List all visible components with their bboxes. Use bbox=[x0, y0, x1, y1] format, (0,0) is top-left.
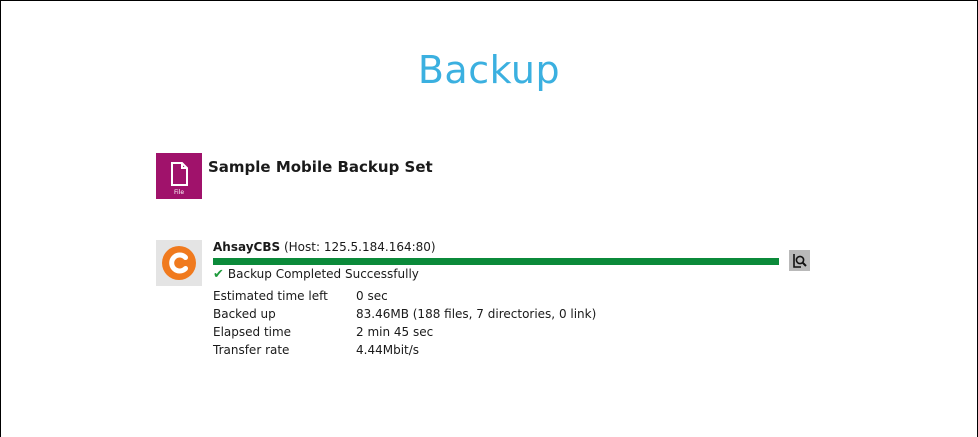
page-title: Backup bbox=[417, 48, 561, 92]
backup-progress-bar bbox=[213, 258, 779, 265]
stat-value: 4.44Mbit/s bbox=[356, 343, 420, 357]
server-host: (Host: 125.5.184.164:80) bbox=[283, 240, 436, 254]
magnifier-log-icon bbox=[793, 254, 807, 268]
stat-label: Estimated time left bbox=[213, 289, 328, 303]
ahsay-logo-icon bbox=[156, 240, 202, 286]
check-icon: ✔ bbox=[213, 267, 224, 282]
stat-value: 0 sec bbox=[356, 289, 388, 303]
stat-value: 2 min 45 sec bbox=[356, 325, 434, 339]
backup-set-name: Sample Mobile Backup Set bbox=[208, 158, 433, 176]
stat-label: Backed up bbox=[213, 307, 276, 321]
backup-status-text: Backup Completed Successfully bbox=[227, 267, 419, 281]
stat-row-backed-up: Backed up 83.46MB (188 files, 7 directori… bbox=[213, 305, 596, 323]
backup-status: ✔ Backup Completed Successfully bbox=[213, 267, 419, 282]
backup-stats: Estimated time left 0 sec Backed up 83.46M… bbox=[213, 287, 596, 359]
server-name: AhsayCBS bbox=[213, 240, 281, 254]
file-icon: File bbox=[156, 153, 202, 199]
stat-row-elapsed-time: Elapsed time 2 min 45 sec bbox=[213, 323, 596, 341]
backup-progress-fill bbox=[213, 258, 779, 265]
stat-label: Elapsed time bbox=[213, 325, 292, 339]
stat-row-estimated-time: Estimated time left 0 sec bbox=[213, 287, 596, 305]
destination-line: AhsayCBS (Host: 125.5.184.164:80) bbox=[213, 240, 436, 254]
stat-row-transfer-rate: Transfer rate 4.44Mbit/s bbox=[213, 341, 596, 359]
file-icon-tag: File bbox=[173, 189, 185, 196]
view-log-button[interactable] bbox=[789, 250, 810, 271]
stat-label: Transfer rate bbox=[213, 343, 290, 357]
stat-value: 83.46MB (188 files, 7 directories, 0 lin… bbox=[356, 307, 597, 321]
